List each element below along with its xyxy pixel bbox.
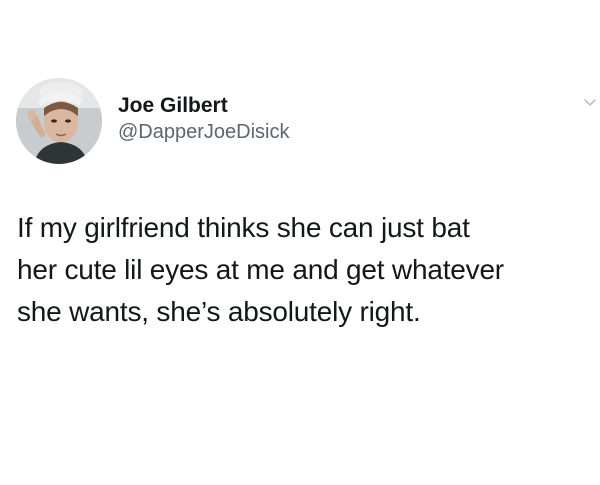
chevron-down-icon xyxy=(584,99,596,106)
tweet-text-line: her cute lil eyes at me and get whatever xyxy=(17,254,504,285)
tweet-card: Joe Gilbert @DapperJoeDisick If my girlf… xyxy=(0,0,600,485)
avatar-photo-icon xyxy=(16,78,102,164)
tweet-text-line: If my girlfriend thinks she can just bat xyxy=(17,212,470,243)
author-handle[interactable]: @DapperJoeDisick xyxy=(118,121,289,144)
tweet-body: If my girlfriend thinks she can just bat… xyxy=(17,207,587,333)
avatar[interactable] xyxy=(16,78,102,164)
author-display-name[interactable]: Joe Gilbert xyxy=(118,94,228,118)
tweet-text-line: she wants, she’s absolutely right. xyxy=(17,296,421,327)
tweet-menu-button[interactable] xyxy=(584,98,596,108)
